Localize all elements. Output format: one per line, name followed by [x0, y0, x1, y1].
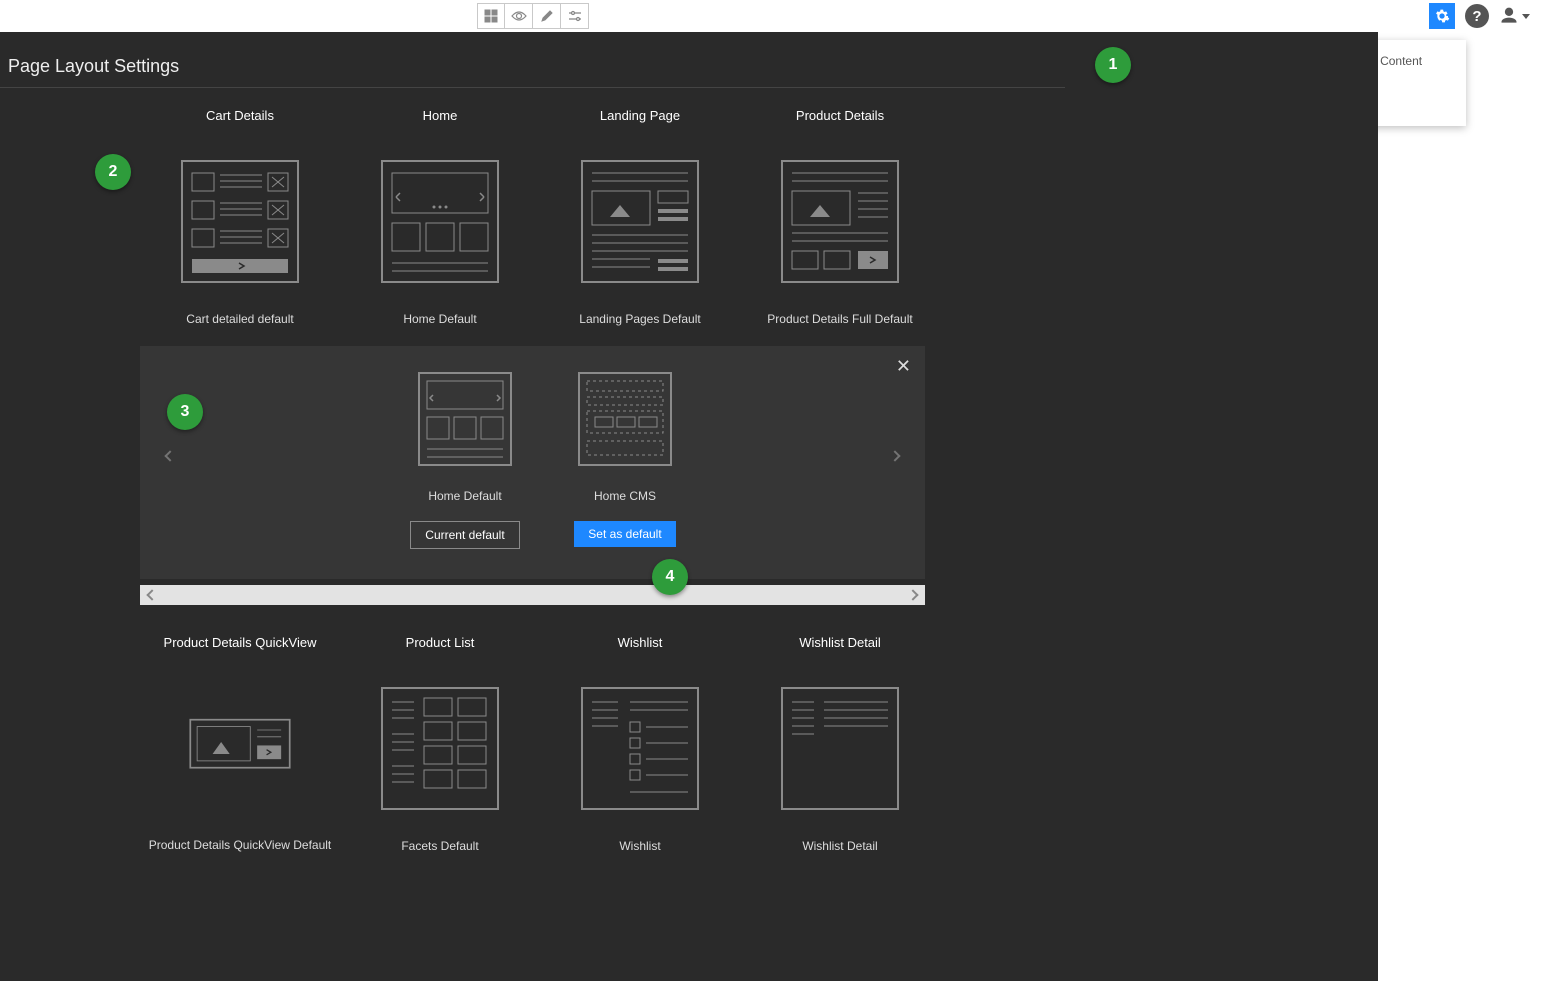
set-as-default-button[interactable]: Set as default: [574, 521, 675, 547]
layout-subtitle: Landing Pages Default: [579, 312, 700, 326]
wireframe-icon: [780, 686, 900, 811]
top-toolbar: [477, 3, 589, 29]
annotation-badge-2: 2: [95, 154, 131, 190]
canvas: 1 2 3 4 Page Layout Settings Cart Detail…: [0, 32, 1378, 981]
wireframe-icon: [180, 718, 300, 778]
preview-icon[interactable]: [505, 3, 533, 29]
layout-title: Product Details QuickView: [164, 635, 317, 650]
layout-title: Product Details: [796, 108, 884, 123]
annotation-badge-4: 4: [652, 559, 688, 595]
carousel-prev[interactable]: [166, 436, 174, 467]
wireframe-icon: [577, 371, 673, 467]
layout-subtitle: Product Details QuickView Default: [149, 838, 332, 852]
page-title: Page Layout Settings: [0, 32, 1065, 88]
scroll-left-icon[interactable]: [146, 589, 157, 600]
layout-title: Product List: [406, 635, 475, 650]
horizontal-scrollbar[interactable]: [140, 585, 925, 605]
edit-icon[interactable]: [533, 3, 561, 29]
scroll-right-icon[interactable]: [907, 589, 918, 600]
option-label: Home Default: [428, 489, 501, 503]
layout-card-product-details[interactable]: Product Details Product Details Full Def…: [740, 108, 940, 326]
layout-expanded-panel: ✕ Home Default Current default: [140, 346, 925, 579]
layout-title: Wishlist Detail: [799, 635, 881, 650]
user-menu[interactable]: [1499, 6, 1530, 26]
layout-title: Landing Page: [600, 108, 680, 123]
wireframe-icon: [580, 159, 700, 284]
layout-subtitle: Facets Default: [401, 839, 478, 853]
layout-row-1: Cart Details Cart detailed default Home: [140, 108, 1378, 326]
grid-view-icon[interactable]: [477, 3, 505, 29]
layout-title: Home: [423, 108, 458, 123]
wireframe-icon: [380, 159, 500, 284]
topbar: ?: [0, 0, 1558, 32]
close-icon[interactable]: ✕: [896, 356, 911, 377]
layout-option-home-cms[interactable]: Home CMS Set as default: [570, 371, 680, 549]
layout-subtitle: Home Default: [403, 312, 476, 326]
layout-card-cart-details[interactable]: Cart Details Cart detailed default: [140, 108, 340, 326]
current-default-button[interactable]: Current default: [410, 521, 519, 549]
layout-row-2: Product Details QuickView Product Detail…: [140, 635, 1378, 853]
caret-down-icon: [1522, 14, 1530, 19]
layout-title: Wishlist: [618, 635, 663, 650]
layout-subtitle: Product Details Full Default: [767, 312, 912, 326]
gear-icon[interactable]: [1429, 3, 1455, 29]
layout-card-home[interactable]: Home Home Default: [340, 108, 540, 326]
carousel-next[interactable]: [891, 436, 899, 467]
expanded-options: Home Default Current default Home CMS Se…: [410, 371, 895, 549]
layout-subtitle: Wishlist Detail: [802, 839, 877, 853]
layout-card-product-details-quickview[interactable]: Product Details QuickView Product Detail…: [140, 635, 340, 853]
annotation-badge-3: 3: [167, 394, 203, 430]
option-label: Home CMS: [594, 489, 656, 503]
wireframe-icon: [780, 159, 900, 284]
annotation-badge-1: 1: [1095, 47, 1131, 83]
layout-subtitle: Cart detailed default: [186, 312, 293, 326]
wireframe-icon: [380, 686, 500, 811]
layout-card-product-list[interactable]: Product List Facets Default: [340, 635, 540, 853]
layout-card-landing-page[interactable]: Landing Page Landing Pages Default: [540, 108, 740, 326]
layout-card-wishlist[interactable]: Wishlist Wishlist: [540, 635, 740, 853]
layout-card-wishlist-detail[interactable]: Wishlist Detail Wishlist Detail: [740, 635, 940, 853]
wireframe-icon: [180, 159, 300, 284]
settings-sliders-icon[interactable]: [561, 3, 589, 29]
topbar-right: ?: [1429, 3, 1530, 29]
layout-title: Cart Details: [206, 108, 274, 123]
wireframe-icon: [580, 686, 700, 811]
layout-option-home-default[interactable]: Home Default Current default: [410, 371, 520, 549]
layout-subtitle: Wishlist: [619, 839, 660, 853]
help-icon[interactable]: ?: [1465, 4, 1489, 28]
wireframe-icon: [417, 371, 513, 467]
